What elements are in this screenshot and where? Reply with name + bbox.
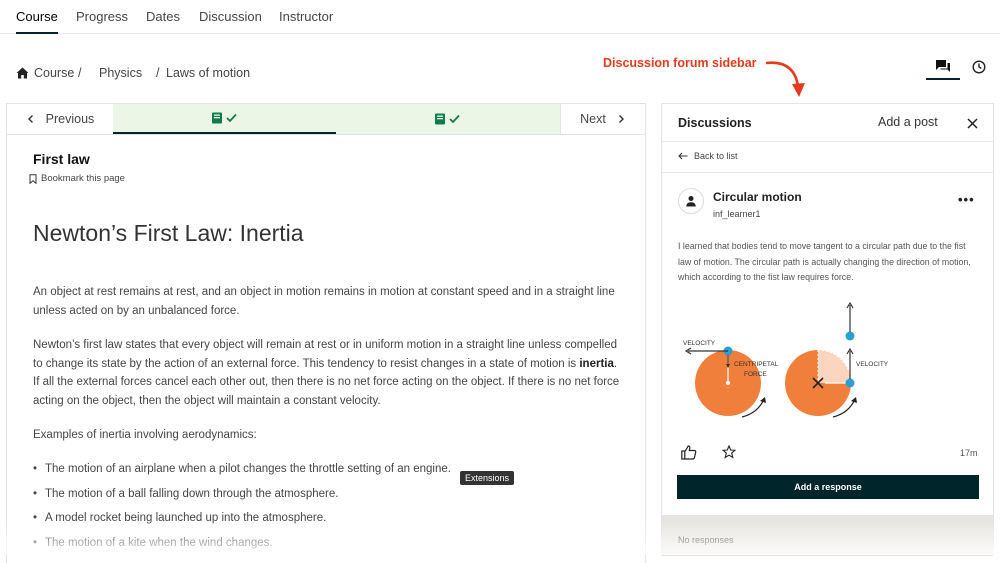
breadcrumb-separator: /: [156, 66, 160, 80]
unit-title: First law: [33, 151, 90, 167]
book-check-icon: [211, 112, 237, 124]
circular-motion-diagram: VELOCITY CENTRIPETAL FORCE VELOCITY: [683, 301, 889, 418]
close-sidebar-button[interactable]: [962, 113, 982, 133]
extensions-tooltip: Extensions: [460, 471, 515, 485]
velocity-label-left: VELOCITY: [683, 340, 716, 347]
sequence-unit-1[interactable]: [113, 104, 336, 134]
examples-list: The motion of an airplane when a pilot c…: [33, 460, 623, 558]
notifications-toggle-button[interactable]: [962, 54, 996, 80]
course-content: Previous Next First law Bookmark this pa…: [6, 103, 646, 563]
post-title: Circular motion: [713, 190, 802, 204]
inertia-term: inertia: [579, 357, 614, 370]
breadcrumb-course[interactable]: Course: [34, 66, 74, 80]
list-item: The motion of a ball falling down throug…: [33, 485, 623, 510]
list-item: A model rocket being launched up into th…: [33, 509, 623, 534]
page-heading: Newton’s First Law: Inertia: [33, 220, 304, 246]
divider: [662, 172, 993, 173]
paragraph-intro: An object at rest remains at rest, and a…: [33, 286, 615, 317]
paragraph-examples-intro: Examples of inertia involving aerodynami…: [33, 429, 257, 441]
annotation-label: Discussion forum sidebar: [603, 56, 757, 70]
bookmark-button[interactable]: Bookmark this page: [29, 173, 125, 184]
book-check-icon: [435, 113, 460, 125]
tab-dates[interactable]: Dates: [146, 0, 180, 34]
star-icon: [721, 444, 737, 459]
sequence-unit-2[interactable]: [336, 104, 560, 134]
discussions-toggle-button[interactable]: [926, 54, 960, 80]
center-dot: [726, 381, 730, 385]
paragraph-first-law: Newton’s first law states that every obj…: [33, 336, 623, 410]
clock-icon: [972, 60, 986, 74]
bookmark-icon: [29, 173, 37, 184]
post-author[interactable]: inf_learner1: [713, 209, 761, 219]
breadcrumb-separator: /: [78, 66, 82, 80]
discussions-sidebar: Discussions Add a post Back to list Circ…: [661, 103, 994, 556]
sidebar-toggles: [926, 54, 996, 80]
follow-button[interactable]: [721, 444, 737, 464]
bookmark-label: Bookmark this page: [41, 173, 125, 184]
arrow-left-icon: [678, 152, 688, 160]
centripetal-label-line-1: CENTRIPETAL: [734, 361, 779, 368]
tab-discussion[interactable]: Discussion: [199, 0, 262, 34]
discussion-icon: [936, 60, 950, 72]
home-icon[interactable]: [16, 67, 29, 82]
add-post-button[interactable]: Add a post: [878, 115, 938, 129]
responses-section: No responses: [662, 515, 993, 556]
sequence-navigation: Previous Next: [7, 104, 645, 135]
add-response-button[interactable]: Add a response: [677, 475, 979, 499]
back-to-list-label: Back to list: [694, 151, 738, 161]
thumbs-up-icon: [681, 445, 697, 460]
centripetal-label-line-2: FORCE: [744, 371, 767, 378]
list-item: The motion of a kite when the wind chang…: [33, 534, 623, 559]
tangent-point-dot: [845, 331, 855, 341]
no-responses-label: No responses: [678, 535, 734, 545]
previous-label: Previous: [45, 112, 95, 126]
annotation-arrow-icon: [765, 61, 805, 97]
post-actions-menu-button[interactable]: •••: [958, 192, 975, 207]
velocity-label-right: VELOCITY: [856, 361, 889, 368]
tab-instructor[interactable]: Instructor: [279, 0, 333, 34]
user-icon: [686, 196, 696, 207]
breadcrumb-physics[interactable]: Physics: [99, 66, 142, 80]
next-label: Next: [580, 112, 606, 126]
course-tabs: Course Progress Dates Discussion Instruc…: [0, 0, 1000, 34]
paragraph-text: Newton’s first law states that every obj…: [33, 339, 617, 370]
previous-button[interactable]: Previous: [7, 104, 113, 134]
like-button[interactable]: [681, 445, 697, 465]
next-button[interactable]: Next: [560, 104, 645, 134]
breadcrumb-laws-of-motion[interactable]: Laws of motion: [166, 66, 250, 80]
post-body: I learned that bodies tend to move tange…: [678, 241, 971, 282]
avatar: [678, 188, 704, 214]
post-timestamp: 17m: [960, 448, 978, 458]
chevron-right-icon: [618, 115, 624, 123]
close-icon: [966, 117, 978, 129]
discussions-title: Discussions: [678, 116, 752, 130]
list-item: The motion of an airplane when a pilot c…: [33, 460, 623, 485]
right-point-dot: [845, 378, 855, 388]
chevron-left-icon: [27, 115, 33, 123]
discussions-header: Discussions Add a post: [662, 104, 993, 142]
tab-course[interactable]: Course: [16, 0, 58, 34]
back-to-list-button[interactable]: Back to list: [678, 151, 738, 161]
tab-progress[interactable]: Progress: [76, 0, 128, 34]
